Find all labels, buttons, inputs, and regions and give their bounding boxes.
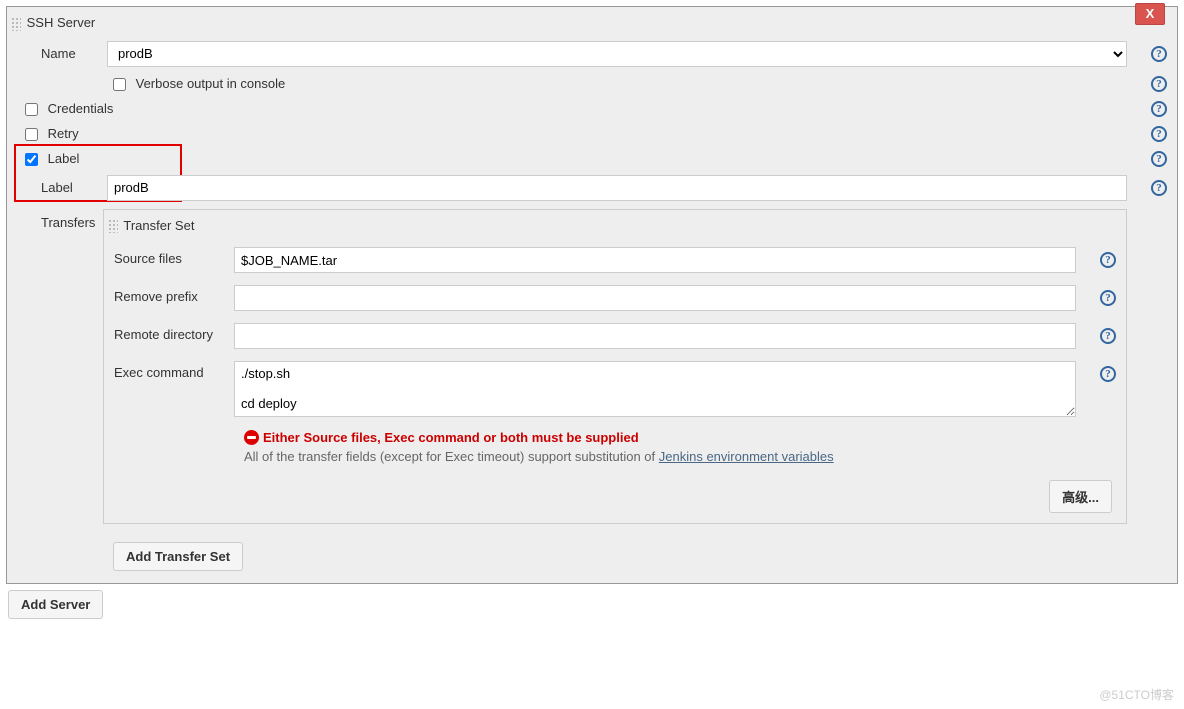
retry-row: Retry ? <box>7 121 1177 146</box>
name-label: Name <box>17 46 107 61</box>
retry-text: Retry <box>48 126 79 141</box>
error-text: Either Source files, Exec command or bot… <box>263 430 639 445</box>
credentials-row: Credentials ? <box>7 96 1177 121</box>
remote-directory-row: Remote directory ? <box>104 317 1126 355</box>
label-input-row: Label ? <box>7 171 1177 205</box>
credentials-text: Credentials <box>48 101 114 116</box>
retry-checkbox-label[interactable]: Retry <box>25 126 79 141</box>
ssh-server-panel: X SSH Server Name prodB ? Verbose output… <box>6 6 1178 584</box>
ssh-server-title: SSH Server <box>7 7 1177 37</box>
error-message: Either Source files, Exec command or bot… <box>104 426 1126 447</box>
credentials-checkbox-label[interactable]: Credentials <box>25 101 113 116</box>
watermark: @51CTO博客 <box>1099 686 1174 703</box>
verbose-text: Verbose output in console <box>136 76 286 91</box>
substitution-note: All of the transfer fields (except for E… <box>104 447 1126 474</box>
close-button[interactable]: X <box>1135 3 1165 25</box>
transfer-set-panel: Transfer Set Source files ? Remove prefi… <box>103 209 1127 525</box>
transfers-label: Transfers <box>7 205 103 230</box>
help-icon[interactable]: ? <box>1151 46 1167 62</box>
add-transfer-set-button[interactable]: Add Transfer Set <box>113 542 243 571</box>
exec-command-row: Exec command ? <box>104 355 1126 426</box>
remove-prefix-input[interactable] <box>234 285 1076 311</box>
label-field-label: Label <box>17 180 107 195</box>
help-icon[interactable]: ? <box>1100 252 1116 268</box>
exec-command-textarea[interactable] <box>234 361 1076 417</box>
help-icon[interactable]: ? <box>1151 151 1167 167</box>
label-checkbox-row: Label ? <box>7 146 1177 171</box>
source-files-label: Source files <box>114 247 234 266</box>
label-checkbox[interactable] <box>25 153 38 166</box>
advanced-button[interactable]: 高级... <box>1049 480 1112 513</box>
jenkins-env-vars-link[interactable]: Jenkins environment variables <box>659 449 834 464</box>
retry-checkbox[interactable] <box>25 128 38 141</box>
drag-handle-icon[interactable] <box>11 17 21 31</box>
label-checkbox-text: Label <box>48 151 80 166</box>
note-prefix: All of the transfer fields (except for E… <box>244 449 659 464</box>
drag-handle-icon[interactable] <box>108 219 118 233</box>
add-server-row: Add Server <box>6 584 1178 619</box>
verbose-checkbox-label[interactable]: Verbose output in console <box>113 76 285 91</box>
source-files-row: Source files ? <box>104 241 1126 279</box>
add-transfer-set-row: Add Transfer Set <box>103 532 1137 583</box>
name-select[interactable]: prodB <box>107 41 1127 67</box>
verbose-row: Verbose output in console ? <box>7 71 1177 96</box>
help-icon[interactable]: ? <box>1151 126 1167 142</box>
help-icon[interactable]: ? <box>1151 101 1167 117</box>
ssh-server-title-text: SSH Server <box>27 15 96 30</box>
exec-command-label: Exec command <box>114 361 234 380</box>
label-input[interactable] <box>107 175 1127 201</box>
verbose-checkbox[interactable] <box>113 78 126 91</box>
help-icon[interactable]: ? <box>1151 180 1167 196</box>
label-checkbox-label[interactable]: Label <box>25 151 79 166</box>
transfer-set-title-text: Transfer Set <box>123 218 194 233</box>
remove-prefix-row: Remove prefix ? <box>104 279 1126 317</box>
help-icon[interactable]: ? <box>1100 328 1116 344</box>
help-icon[interactable]: ? <box>1100 366 1116 382</box>
source-files-input[interactable] <box>234 247 1076 273</box>
error-icon <box>244 430 259 445</box>
advanced-button-row: 高级... <box>104 474 1126 523</box>
name-row: Name prodB ? <box>7 37 1177 71</box>
transfer-set-title: Transfer Set <box>104 210 1126 242</box>
remote-directory-label: Remote directory <box>114 323 234 342</box>
remote-directory-input[interactable] <box>234 323 1076 349</box>
help-icon[interactable]: ? <box>1100 290 1116 306</box>
help-icon[interactable]: ? <box>1151 76 1167 92</box>
add-server-button[interactable]: Add Server <box>8 590 103 619</box>
remove-prefix-label: Remove prefix <box>114 285 234 304</box>
credentials-checkbox[interactable] <box>25 103 38 116</box>
